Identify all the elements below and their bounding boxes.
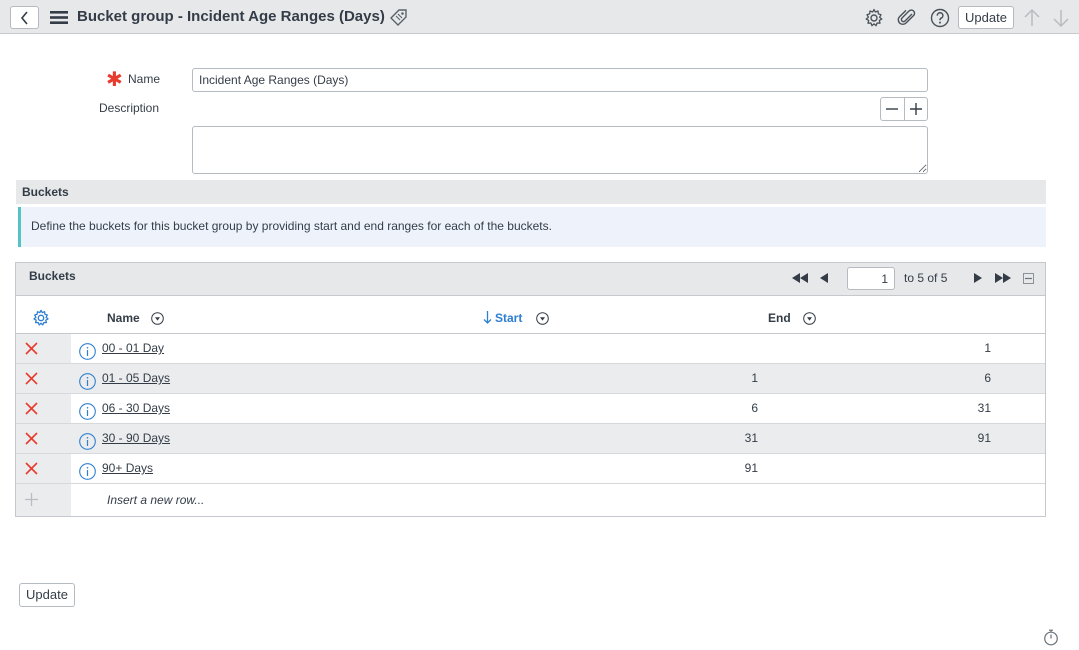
bucket-name-link[interactable]: 30 - 90 Days: [102, 431, 170, 445]
column-menu-start-icon[interactable]: [536, 312, 549, 325]
info-icon[interactable]: [79, 343, 96, 360]
last-page-icon[interactable]: [995, 273, 1011, 283]
arrow-down-icon[interactable]: [1052, 8, 1070, 28]
required-indicator: ✱: [106, 69, 123, 91]
bucket-name-link[interactable]: 00 - 01 Day: [102, 341, 164, 355]
form-header: Bucket group - Incident Age Ranges (Days…: [0, 0, 1079, 34]
bucket-start-value: 91: [744, 461, 758, 475]
bucket-end-value: 1: [984, 341, 991, 355]
delete-row-x-icon[interactable]: [25, 462, 38, 475]
next-page-icon[interactable]: [973, 273, 982, 283]
description-resize-controls: [880, 97, 928, 121]
info-icon[interactable]: [79, 463, 96, 480]
collapse-list-button[interactable]: [1023, 273, 1034, 284]
update-button-header[interactable]: Update: [958, 6, 1014, 29]
paperclip-icon[interactable]: [897, 8, 917, 28]
bucket-name-link[interactable]: 06 - 30 Days: [102, 401, 170, 415]
column-header-end[interactable]: End: [768, 311, 791, 325]
column-menu-name-icon[interactable]: [151, 312, 164, 325]
bucket-name-link[interactable]: 01 - 05 Days: [102, 371, 170, 385]
chevron-left-icon: [20, 10, 30, 25]
delete-row-x-icon[interactable]: [25, 402, 38, 415]
gear-icon[interactable]: [864, 8, 884, 28]
column-header-start[interactable]: Start: [483, 311, 522, 325]
tag-icon[interactable]: [390, 8, 408, 26]
collapse-icon: [1025, 275, 1032, 282]
table-row: 90+ Days 91: [16, 454, 1045, 484]
info-icon[interactable]: [79, 373, 96, 390]
table-row: 01 - 05 Days 1 6: [16, 364, 1045, 394]
description-label: Description: [99, 101, 160, 115]
delete-row-x-icon[interactable]: [25, 432, 38, 445]
page-title: Bucket group - Incident Age Ranges (Days…: [77, 8, 385, 25]
table-row: 06 - 30 Days 6 31: [16, 394, 1045, 424]
shrink-field-button[interactable]: [881, 98, 904, 120]
question-mark-icon[interactable]: [930, 8, 950, 28]
name-label: Name: [128, 72, 161, 86]
expand-field-button[interactable]: [903, 98, 928, 120]
buckets-related-list: Buckets to 5 of 5 Name Start: [15, 262, 1046, 517]
back-button[interactable]: [10, 6, 39, 29]
hamburger-menu-icon[interactable]: [50, 10, 68, 25]
insert-row: Insert a new row...: [16, 484, 1045, 516]
arrow-up-icon[interactable]: [1023, 8, 1041, 28]
table-row: 00 - 01 Day 1: [16, 334, 1045, 364]
bucket-start-value: 6: [751, 401, 758, 415]
list-title: Buckets: [29, 269, 76, 283]
list-header: Buckets to 5 of 5: [16, 263, 1045, 296]
plus-icon[interactable]: [25, 493, 38, 506]
previous-page-icon[interactable]: [820, 273, 829, 283]
name-input[interactable]: [192, 68, 928, 92]
section-info-message: Define the buckets for this bucket group…: [18, 207, 1046, 247]
info-icon[interactable]: [79, 403, 96, 420]
bucket-end-value: 91: [977, 431, 991, 445]
page-number-input[interactable]: [847, 267, 895, 290]
update-button-footer[interactable]: Update: [19, 583, 75, 607]
bucket-end-value: 31: [977, 401, 991, 415]
list-settings-gear-icon[interactable]: [32, 309, 50, 327]
first-page-icon[interactable]: [792, 273, 808, 283]
column-header-start-label: Start: [495, 311, 523, 325]
section-header-buckets[interactable]: Buckets: [16, 180, 1046, 204]
stopwatch-icon[interactable]: [1043, 629, 1059, 646]
delete-row-x-icon[interactable]: [25, 342, 38, 355]
bucket-end-value: 6: [984, 371, 991, 385]
description-field[interactable]: [192, 126, 928, 174]
info-icon[interactable]: [79, 433, 96, 450]
plus-icon: [909, 103, 922, 115]
bucket-start-value: 1: [751, 371, 758, 385]
column-menu-end-icon[interactable]: [803, 312, 816, 325]
delete-row-x-icon[interactable]: [25, 372, 38, 385]
column-headers: Name Start End: [16, 296, 1045, 334]
sort-descending-icon: [483, 311, 492, 324]
bucket-start-value: 31: [744, 431, 758, 445]
bucket-name-link[interactable]: 90+ Days: [102, 461, 153, 475]
minus-icon: [886, 103, 899, 115]
insert-new-row-link[interactable]: Insert a new row...: [107, 493, 204, 507]
table-row: 30 - 90 Days 31 91: [16, 424, 1045, 454]
column-header-name[interactable]: Name: [107, 311, 140, 325]
page-range-text: to 5 of 5: [904, 271, 948, 285]
